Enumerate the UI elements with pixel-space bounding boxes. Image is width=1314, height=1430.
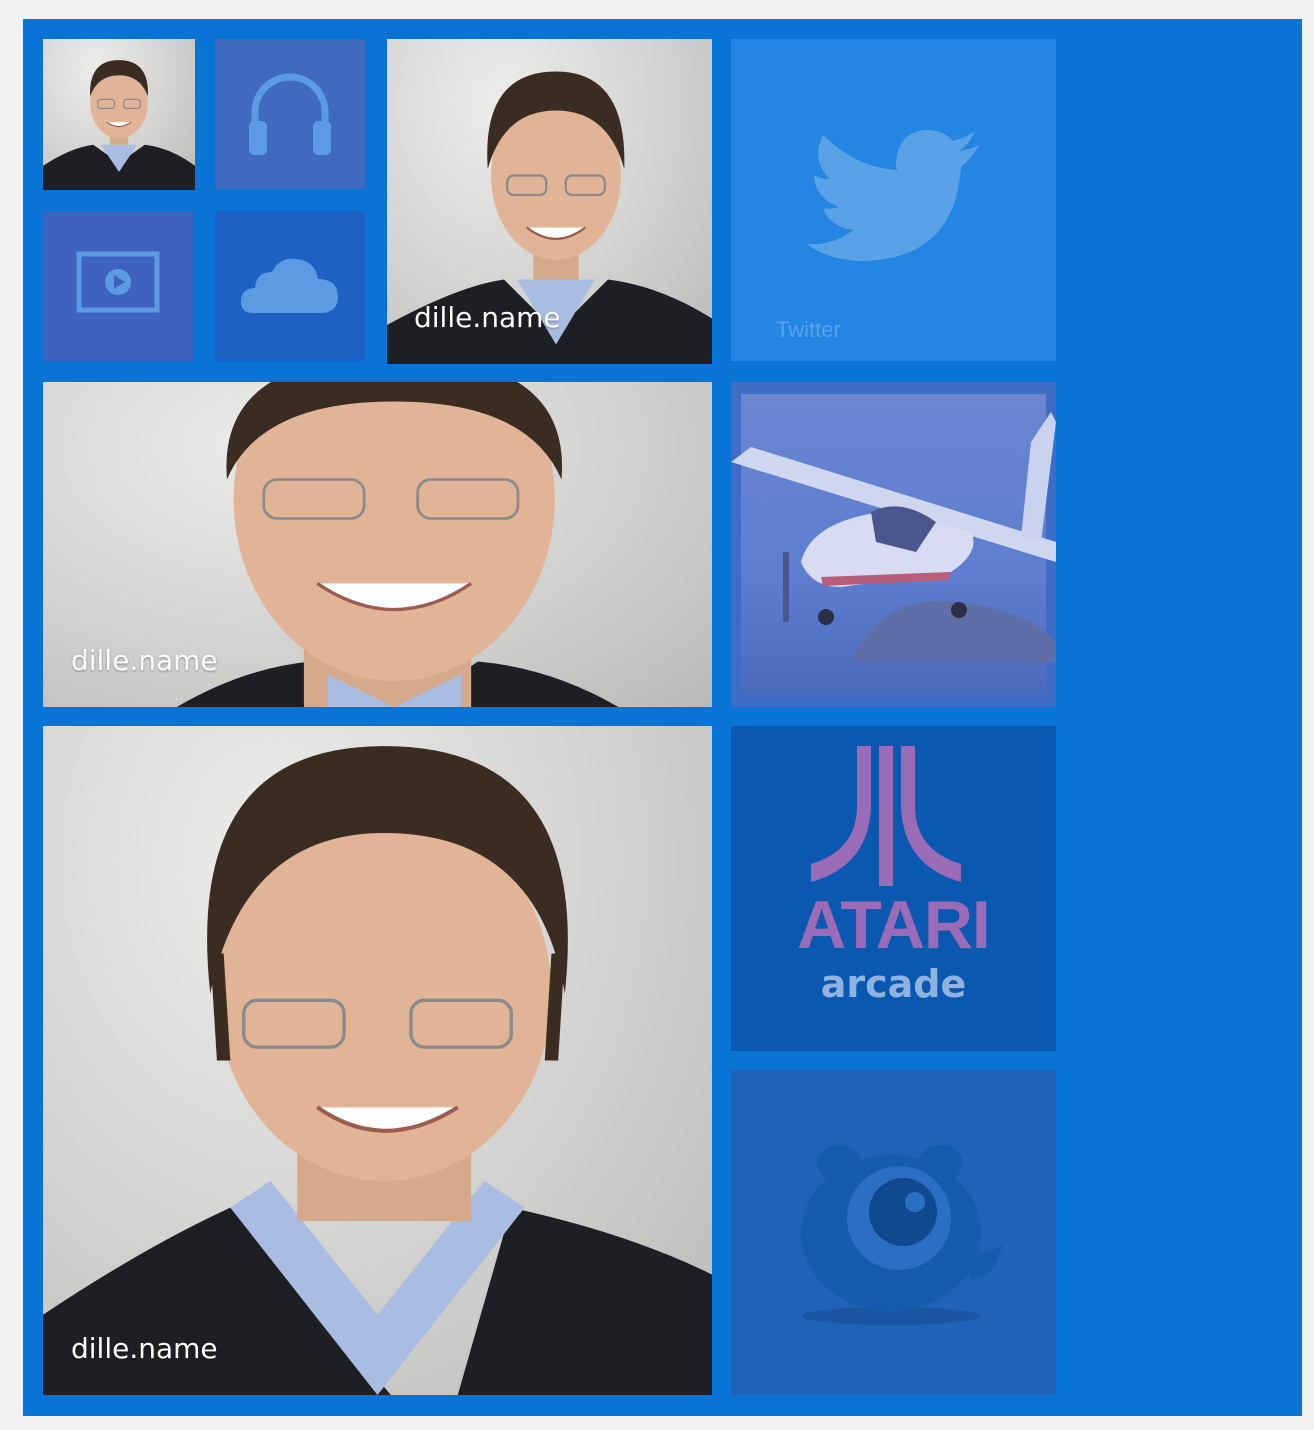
tile-label: dille.name: [414, 301, 561, 334]
atari-logo-icon: [811, 746, 961, 886]
person-portrait-icon: [43, 746, 712, 1395]
arcade-text: arcade: [820, 962, 967, 1006]
creature-game-tile[interactable]: [731, 1070, 1056, 1395]
atari-brand-text: ATARI: [797, 887, 991, 963]
flight-game-tile[interactable]: [731, 382, 1056, 707]
atari-arcade-tile[interactable]: ATARI arcade: [731, 726, 1056, 1051]
creature-icon: [801, 1145, 1003, 1325]
video-tile[interactable]: [43, 211, 193, 361]
twitter-bird-icon: [806, 130, 979, 261]
video-player-icon: [76, 251, 160, 313]
profile-photo-wide-tile[interactable]: dille.name: [43, 382, 712, 707]
start-screen: dille.name Twitter dille.name dille.name…: [23, 19, 1302, 1416]
tile-label: dille.name: [71, 1332, 218, 1365]
profile-photo-large-tile[interactable]: dille.name: [43, 726, 712, 1395]
tile-label: dille.name: [71, 644, 218, 677]
twitter-tile[interactable]: Twitter: [731, 39, 1056, 361]
onedrive-tile[interactable]: [215, 211, 365, 361]
person-portrait-icon: [43, 60, 195, 190]
airplane-icon: [731, 412, 1056, 662]
profile-photo-medium-tile[interactable]: dille.name: [387, 39, 712, 364]
twitter-label: Twitter: [776, 317, 841, 342]
headphones-icon: [249, 73, 331, 155]
cloud-icon: [240, 258, 338, 313]
music-tile[interactable]: [215, 39, 365, 189]
profile-photo-small-tile[interactable]: [43, 39, 195, 190]
